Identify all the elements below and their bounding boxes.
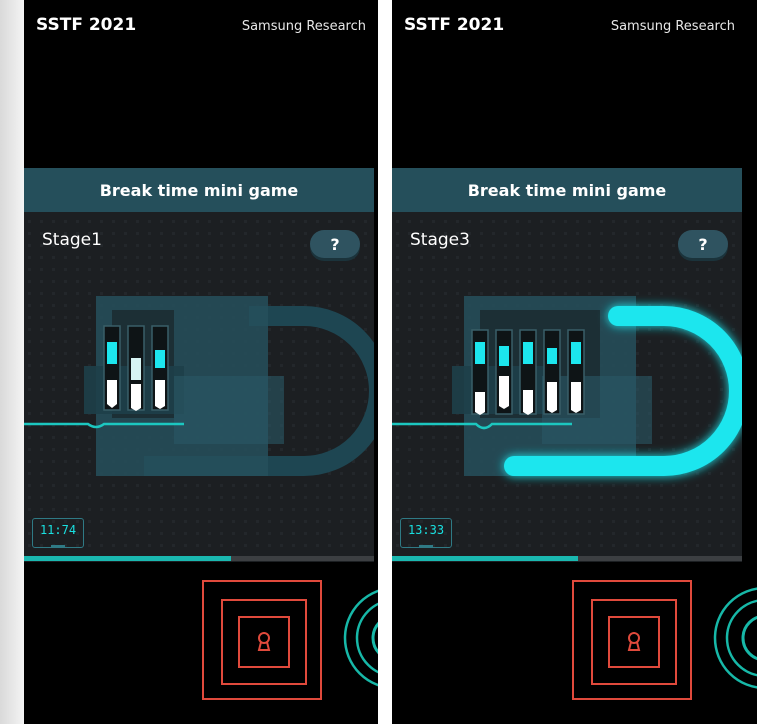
dial-control[interactable] (710, 583, 757, 693)
lock-button[interactable] (202, 580, 322, 700)
pin-top (523, 342, 533, 364)
pin-bottom (523, 390, 533, 415)
progress-fill (24, 556, 231, 561)
lock-button-inner (608, 616, 660, 668)
pin-top (155, 350, 165, 368)
pin-bottom (499, 376, 509, 409)
brand-title: SSTF 2021 (404, 15, 505, 35)
pin-bottom (131, 384, 141, 411)
lock-graphic (24, 212, 374, 562)
lock-button-ring (221, 599, 307, 685)
org-name: Samsung Research (610, 19, 735, 34)
lock-graphic (392, 212, 742, 562)
pin-top (499, 346, 509, 366)
timer-value: 11:74 (39, 523, 77, 537)
game-screen-stage1: SSTF 2021 Samsung Research Break time mi… (24, 0, 378, 724)
game-screen-stage3: SSTF 2021 Samsung Research Break time mi… (392, 0, 757, 724)
pin-top (571, 342, 581, 364)
pin-top (547, 348, 557, 364)
pin-bottom (547, 382, 557, 413)
lock-pins (103, 325, 169, 411)
pin-top (107, 342, 117, 364)
brand-title: SSTF 2021 (36, 15, 137, 35)
timer-display: 13:33 (400, 518, 452, 548)
keyhole-icon (257, 632, 271, 651)
dial-control[interactable] (340, 583, 378, 693)
org-name: Samsung Research (241, 19, 366, 34)
progress-bar (24, 556, 374, 561)
timer-stand (51, 545, 65, 548)
timer-value: 13:33 (407, 523, 445, 537)
pin-bottom (155, 380, 165, 409)
game-card: Break time mini game (392, 168, 742, 562)
lock-button-ring (591, 599, 677, 685)
timer-display: 11:74 (32, 518, 84, 548)
stage-label: Stage3 (410, 230, 470, 250)
game-card: Break time mini game (24, 168, 374, 562)
stage-label: Stage1 (42, 230, 102, 250)
pin-bottom (107, 380, 117, 408)
lock-button[interactable] (572, 580, 692, 700)
progress-bar (392, 556, 742, 561)
pin-bottom (475, 392, 485, 415)
left-gutter (0, 0, 24, 724)
keyhole-icon (627, 632, 641, 651)
progress-fill (392, 556, 578, 561)
help-button[interactable]: ? (678, 230, 728, 258)
help-button[interactable]: ? (310, 230, 360, 258)
lock-button-inner (238, 616, 290, 668)
pin-top (131, 358, 141, 380)
pin-bottom (571, 382, 581, 413)
timer-stand (419, 545, 433, 548)
pin-top (475, 342, 485, 364)
